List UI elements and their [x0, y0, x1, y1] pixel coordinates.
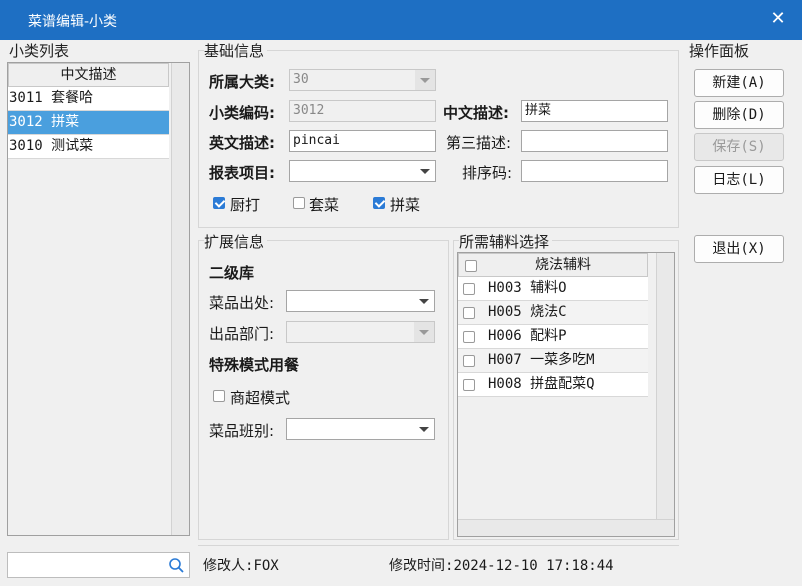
- special-mode-heading: 特殊模式用餐: [209, 356, 300, 374]
- checkbox-icon[interactable]: [463, 283, 475, 295]
- shift-combo[interactable]: [286, 418, 435, 440]
- aux-material-list[interactable]: 烧法辅料 H003 辅料O H005 烧法C H006 配料P H007 一菜多…: [457, 252, 675, 537]
- checkbox-checked-icon[interactable]: [213, 197, 225, 209]
- row-name: 配料P: [530, 328, 567, 344]
- sort-field[interactable]: [521, 160, 668, 182]
- exit-button[interactable]: 退出(X): [694, 235, 784, 263]
- check-label: 套菜: [309, 196, 340, 214]
- row-name: 一菜多吃M: [530, 352, 595, 368]
- aux-vertical-scrollbar[interactable]: [656, 253, 674, 519]
- third-desc-field[interactable]: [521, 130, 668, 152]
- title-bar: 菜谱编辑-小类 ✕: [0, 0, 802, 40]
- row-code: 3011: [9, 90, 43, 106]
- row-name: 烧法C: [530, 304, 567, 320]
- modifier-value: FOX: [253, 558, 279, 574]
- list-item[interactable]: H003 辅料O: [458, 277, 648, 301]
- modifier-info: 修改人:FOX: [203, 555, 279, 575]
- list-item[interactable]: H006 配料P: [458, 325, 648, 349]
- report-combo[interactable]: 食 品: [289, 160, 436, 182]
- mall-mode-label: 商超模式: [230, 389, 291, 407]
- shift-label: 菜品班别:: [209, 422, 275, 440]
- category-value: 30: [293, 72, 309, 87]
- basic-info-title: 基础信息: [204, 40, 268, 61]
- chevron-down-icon: [414, 322, 434, 342]
- check-label: 厨打: [230, 196, 261, 214]
- sort-label: 排序码:: [462, 164, 513, 182]
- level2-heading: 二级库: [209, 264, 255, 282]
- row-name: 辅料O: [530, 280, 567, 296]
- chevron-down-icon[interactable]: [414, 419, 434, 439]
- subcategory-list-title: 小类列表: [9, 42, 70, 60]
- row-code: H003: [488, 280, 522, 296]
- category-label: 所属大类:: [209, 73, 275, 91]
- list-item-selected[interactable]: 3012 拼菜: [8, 111, 169, 135]
- en-desc-field[interactable]: pincai: [289, 130, 436, 152]
- time-value: 2024-12-10 17:18:44: [453, 558, 614, 574]
- row-name: 拼盘配菜Q: [530, 376, 595, 392]
- checkbox-icon[interactable]: [293, 197, 305, 209]
- window-title: 菜谱编辑-小类: [28, 14, 118, 30]
- checkbox-icon[interactable]: [463, 355, 475, 367]
- row-code: H006: [488, 328, 522, 344]
- code-field: 3012: [289, 100, 436, 122]
- extended-info-title: 扩展信息: [204, 231, 268, 252]
- checkbox-icon[interactable]: [463, 307, 475, 319]
- row-code: H007: [488, 352, 522, 368]
- delete-button[interactable]: 删除(D): [694, 101, 784, 129]
- aux-horizontal-scrollbar[interactable]: [458, 519, 674, 536]
- row-code: 3012: [9, 114, 43, 130]
- code-label: 小类编码:: [209, 104, 275, 122]
- search-icon[interactable]: [168, 557, 185, 574]
- modifier-label: 修改人:: [203, 558, 254, 574]
- new-button[interactable]: 新建(A): [694, 69, 784, 97]
- checkbox-checked-icon[interactable]: [373, 197, 385, 209]
- aux-material-title: 所需辅料选择: [459, 231, 553, 252]
- chevron-down-icon[interactable]: [415, 161, 435, 181]
- list-item[interactable]: H008 拼盘配菜Q: [458, 373, 648, 397]
- row-name: 套餐哈: [51, 90, 94, 106]
- en-desc-label: 英文描述:: [209, 134, 275, 152]
- search-input[interactable]: [10, 555, 160, 575]
- chevron-down-icon: [415, 70, 435, 90]
- list-item[interactable]: H007 一菜多吃M: [458, 349, 648, 373]
- row-name: 测试菜: [51, 138, 94, 154]
- column-header-cn-desc[interactable]: 中文描述: [8, 63, 169, 87]
- dept-combo: [286, 321, 435, 343]
- cn-desc-field[interactable]: 拼菜: [521, 100, 668, 122]
- check-label: 拼菜: [390, 196, 421, 214]
- row-name: 拼菜: [51, 114, 80, 130]
- row-code: H008: [488, 376, 522, 392]
- log-button[interactable]: 日志(L): [694, 166, 784, 194]
- third-desc-label: 第三描述:: [446, 134, 512, 152]
- row-code: H005: [488, 304, 522, 320]
- origin-label: 菜品出处:: [209, 294, 275, 312]
- save-button[interactable]: 保存(S): [694, 133, 784, 161]
- category-combo: 30: [289, 69, 436, 91]
- list-item[interactable]: 3010 测试菜: [8, 135, 169, 159]
- dept-label: 出品部门:: [209, 325, 275, 343]
- chevron-down-icon[interactable]: [414, 291, 434, 311]
- close-icon[interactable]: ✕: [768, 8, 788, 30]
- ops-panel-title: 操作面板: [689, 42, 750, 60]
- aux-column-label: 烧法辅料: [535, 257, 591, 273]
- modified-time-info: 修改时间:2024-12-10 17:18:44: [389, 555, 614, 575]
- time-label: 修改时间:: [389, 558, 454, 574]
- list-scrollbar[interactable]: [171, 63, 189, 535]
- report-label: 报表项目:: [209, 164, 275, 182]
- search-box[interactable]: [7, 552, 190, 578]
- row-code: 3010: [9, 138, 43, 154]
- checkbox-icon[interactable]: [463, 331, 475, 343]
- checkbox-icon[interactable]: [213, 390, 225, 402]
- cn-desc-label: 中文描述:: [443, 104, 509, 122]
- list-item[interactable]: H005 烧法C: [458, 301, 648, 325]
- select-all-checkbox-icon[interactable]: [465, 260, 477, 272]
- list-item[interactable]: 3011 套餐哈: [8, 87, 169, 111]
- origin-combo[interactable]: [286, 290, 435, 312]
- aux-column-header[interactable]: 烧法辅料: [458, 253, 648, 277]
- subcategory-list[interactable]: 中文描述 3011 套餐哈 3012 拼菜 3010 测试菜: [7, 62, 190, 536]
- checkbox-icon[interactable]: [463, 379, 475, 391]
